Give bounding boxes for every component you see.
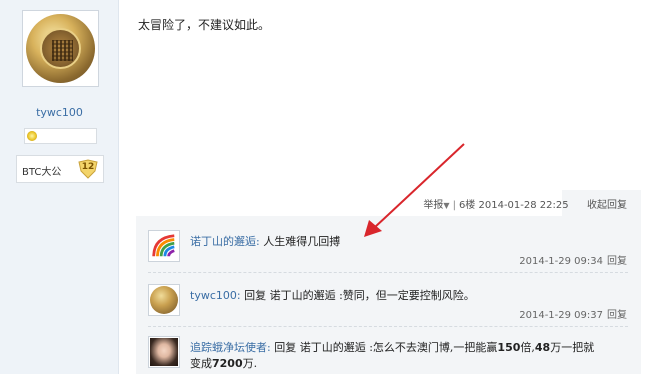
comment-time-row: 2014-1-29 09:37 回复 [519,306,627,321]
bitcoin-coin-icon [150,286,178,314]
commenter-name[interactable]: tywc100: [190,289,241,302]
commenter-name[interactable]: 追踪蛾净坛使者: [190,341,271,354]
reply-link[interactable]: 回复 [607,310,627,321]
username-link[interactable]: tywc100 [0,106,119,119]
post-content: 太冒险了，不建议如此。 [138,18,271,32]
comment-text: 回复 诺丁山的邂逅 :赞同，但一定要控制风险。 [244,289,475,302]
collapse-replies-link[interactable]: 收起回复 [587,200,627,211]
comment-time: 2014-1-29 09:37 [519,310,603,321]
reply-link[interactable]: 回复 [607,256,627,267]
red-arrow-annotation [364,143,465,237]
comment-text: 人生难得几回搏 [263,235,341,248]
user-avatar[interactable] [22,10,99,87]
rainbow-logo-icon [152,234,175,257]
person-photo-icon [150,338,178,366]
rank-name: BTC大公 [22,167,62,178]
comment-divider [148,326,628,327]
post-timestamp: 2014-01-28 22:25 [478,200,569,211]
level-bar [24,128,97,144]
rank-box: BTC大公 12 [16,155,104,183]
commenter-avatar[interactable] [148,284,180,316]
commenter-name[interactable]: 诺丁山的邂逅: [190,235,260,248]
level-star-icon [27,131,37,141]
comment-divider [148,272,628,273]
rank-badge: 12 [77,159,99,179]
commenter-avatar[interactable] [148,230,180,262]
user-sidebar: tywc100 BTC大公 12 [0,0,119,374]
bitcoin-coin-icon [26,14,95,83]
comment-time-row: 2014-1-29 09:34 回复 [519,252,627,267]
commenter-avatar[interactable] [148,336,180,368]
rank-level: 12 [81,162,95,172]
comment-time: 2014-1-29 09:34 [519,256,603,267]
